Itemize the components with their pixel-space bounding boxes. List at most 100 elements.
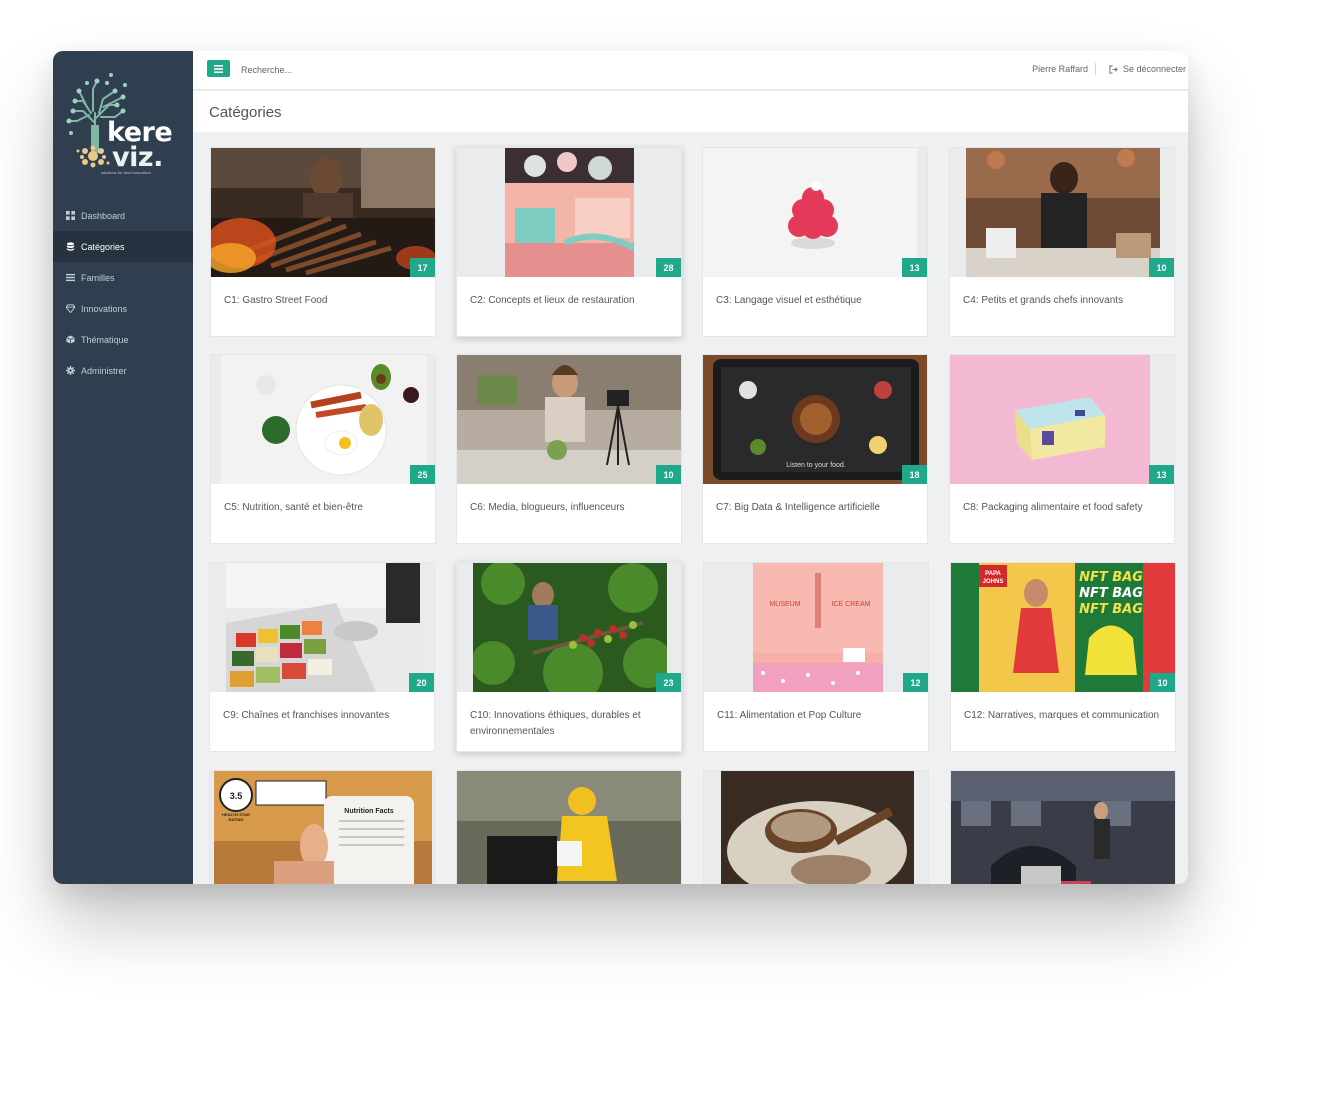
sidebar-item-dashboard[interactable]: Dashboard xyxy=(53,200,193,231)
logo-word-viz: viz. xyxy=(112,142,163,173)
category-card-c6[interactable]: 10 C6: Media, blogueurs, influenceurs xyxy=(456,354,682,544)
category-title: C6: Media, blogueurs, influenceurs xyxy=(470,502,625,513)
category-image xyxy=(704,771,928,884)
category-card-c7[interactable]: Listen to your food. 18 C7: Big Data & I… xyxy=(702,354,928,544)
app-window: kere viz. solutions for food innovation … xyxy=(53,51,1188,884)
count-badge: 25 xyxy=(410,465,435,484)
category-image xyxy=(951,771,1175,884)
sidebar-item-administrer[interactable]: Administrer xyxy=(53,355,193,386)
page-title: Catégories xyxy=(209,104,282,121)
search-input[interactable] xyxy=(241,62,481,78)
top-bar: Pierre Raffard Se déconnecter xyxy=(193,51,1188,90)
gear-icon xyxy=(66,366,75,375)
tablet-caption: Listen to your food. xyxy=(786,462,846,469)
category-image: 20 xyxy=(210,563,434,692)
user-name[interactable]: Pierre Raffard xyxy=(1032,64,1088,74)
museum-ice-cream-photo: MUSEUM ICE CREAM xyxy=(753,563,883,692)
papa-johns-nft-bag-photo: PAPA JOHNS NFT BAG NFT BAG NFT BAG xyxy=(951,563,1175,692)
category-card-c14[interactable] xyxy=(456,770,682,884)
museum-sign-right: ICE CREAM xyxy=(832,601,871,608)
logout-button[interactable]: Se déconnecter xyxy=(1109,64,1186,74)
count-badge: 20 xyxy=(409,673,434,692)
count-badge: 13 xyxy=(1149,465,1174,484)
page-header: Catégories xyxy=(193,91,1188,132)
nutrition-facts-text: Nutrition Facts xyxy=(344,808,393,815)
category-image: 13 xyxy=(950,355,1174,484)
category-title: C7: Big Data & Intelligence artificielle xyxy=(716,502,880,513)
brand-logo-text-1: PAPA xyxy=(985,571,1001,577)
nft-bag-text-2: NFT BAG xyxy=(1079,586,1143,601)
category-title: C8: Packaging alimentaire et food safety xyxy=(963,502,1143,513)
category-image: 25 xyxy=(211,355,435,484)
database-icon xyxy=(66,242,75,251)
logout-label: Se déconnecter xyxy=(1122,64,1186,74)
category-card-c11[interactable]: MUSEUM ICE CREAM 12 C11: Alimentation et… xyxy=(703,562,929,752)
category-image: 10 xyxy=(457,355,681,484)
sidebar-item-thematique[interactable]: Thématique xyxy=(53,324,193,355)
count-badge: 10 xyxy=(1150,673,1175,692)
sidebar-item-label: Familles xyxy=(81,272,115,283)
category-card-c2[interactable]: 28 C2: Concepts et lieux de restauration xyxy=(456,147,682,337)
category-card-c10[interactable]: 23 C10: Innovations éthiques, durables e… xyxy=(456,562,682,752)
category-card-c9[interactable]: 20 C9: Chaînes et franchises innovantes xyxy=(209,562,435,752)
sidebar-item-innovations[interactable]: Innovations xyxy=(53,293,193,324)
category-card-c4[interactable]: 10 C4: Petits et grands chefs innovants xyxy=(949,147,1175,337)
category-title: C10: Innovations éthiques, durables et e… xyxy=(470,710,641,737)
count-badge: 17 xyxy=(410,258,435,277)
category-card-c12[interactable]: PAPA JOHNS NFT BAG NFT BAG NFT BAG 10 C1… xyxy=(950,562,1176,752)
logout-icon xyxy=(1109,64,1118,74)
category-image: PAPA JOHNS NFT BAG NFT BAG NFT BAG 10 xyxy=(951,563,1175,692)
count-badge: 23 xyxy=(656,673,681,692)
nft-bag-text-1: NFT BAG xyxy=(1079,570,1143,585)
quinoa-bowl-photo xyxy=(721,771,914,884)
category-title: C2: Concepts et lieux de restauration xyxy=(470,295,635,306)
category-card-c1[interactable]: 17 C1: Gastro Street Food xyxy=(210,147,436,337)
divider xyxy=(1095,63,1096,75)
category-card-c15[interactable] xyxy=(703,770,929,884)
pink-restaurant-interior-photo xyxy=(505,148,634,277)
diamond-icon xyxy=(66,304,75,313)
category-image xyxy=(457,771,681,884)
category-card-c5[interactable]: 25 C5: Nutrition, santé et bien-être xyxy=(210,354,436,544)
count-badge: 13 xyxy=(902,258,927,277)
category-title: C4: Petits et grands chefs innovants xyxy=(963,295,1124,306)
category-image: MUSEUM ICE CREAM 12 xyxy=(704,563,928,692)
sidebar-nav: Dashboard Catégories Familles Innovation… xyxy=(53,200,193,386)
sidebar-item-familles[interactable]: Familles xyxy=(53,262,193,293)
food-tablet-photo: Listen to your food. xyxy=(703,355,927,484)
category-card-c13[interactable]: 3.5 HEALTH STAR RATING Nutrition Facts xyxy=(209,770,435,884)
sidebar-item-label: Innovations xyxy=(81,303,128,314)
health-star-label-2: RATING xyxy=(228,817,243,822)
menu-toggle-button[interactable] xyxy=(207,60,230,77)
category-image: 10 xyxy=(950,148,1174,277)
nutrition-label-photo: 3.5 HEALTH STAR RATING Nutrition Facts xyxy=(214,771,432,884)
count-badge: 10 xyxy=(656,465,681,484)
pink-dessert-photo xyxy=(703,148,917,277)
category-card-c8[interactable]: 13 C8: Packaging alimentaire et food saf… xyxy=(949,354,1175,544)
sidebar-item-label: Administrer xyxy=(81,365,127,376)
count-badge: 10 xyxy=(1149,258,1174,277)
delivery-courier-photo xyxy=(457,771,681,884)
healthy-breakfast-photo xyxy=(221,355,427,484)
category-title: C11: Alimentation et Pop Culture xyxy=(717,710,862,721)
sidebar-item-label: Thématique xyxy=(81,334,129,345)
category-title: C12: Narratives, marques et communicatio… xyxy=(964,710,1160,721)
category-card-c16[interactable] xyxy=(950,770,1176,884)
list-icon xyxy=(66,273,75,282)
category-card-c3[interactable]: 13 C3: Langage visuel et esthétique xyxy=(702,147,928,337)
category-grid: 17 C1: Gastro Street Food 28 C2: Concept… xyxy=(193,132,1188,884)
category-image: 17 xyxy=(211,148,435,277)
nft-bag-text-3: NFT BAG xyxy=(1079,602,1143,617)
category-image: 13 xyxy=(703,148,927,277)
kereviz-logo[interactable]: kere viz. solutions for food innovation xyxy=(65,71,177,181)
box-icon xyxy=(66,335,75,344)
count-badge: 12 xyxy=(903,673,928,692)
category-image: 28 xyxy=(457,148,681,277)
food-blogger-photo xyxy=(457,355,681,484)
category-image: 23 xyxy=(457,563,681,692)
grid-icon xyxy=(66,211,75,220)
museum-sign-left: MUSEUM xyxy=(769,601,800,608)
sidebar-item-label: Catégories xyxy=(81,241,125,252)
health-star-value: 3.5 xyxy=(230,791,243,801)
sidebar-item-categories[interactable]: Catégories xyxy=(53,231,193,262)
